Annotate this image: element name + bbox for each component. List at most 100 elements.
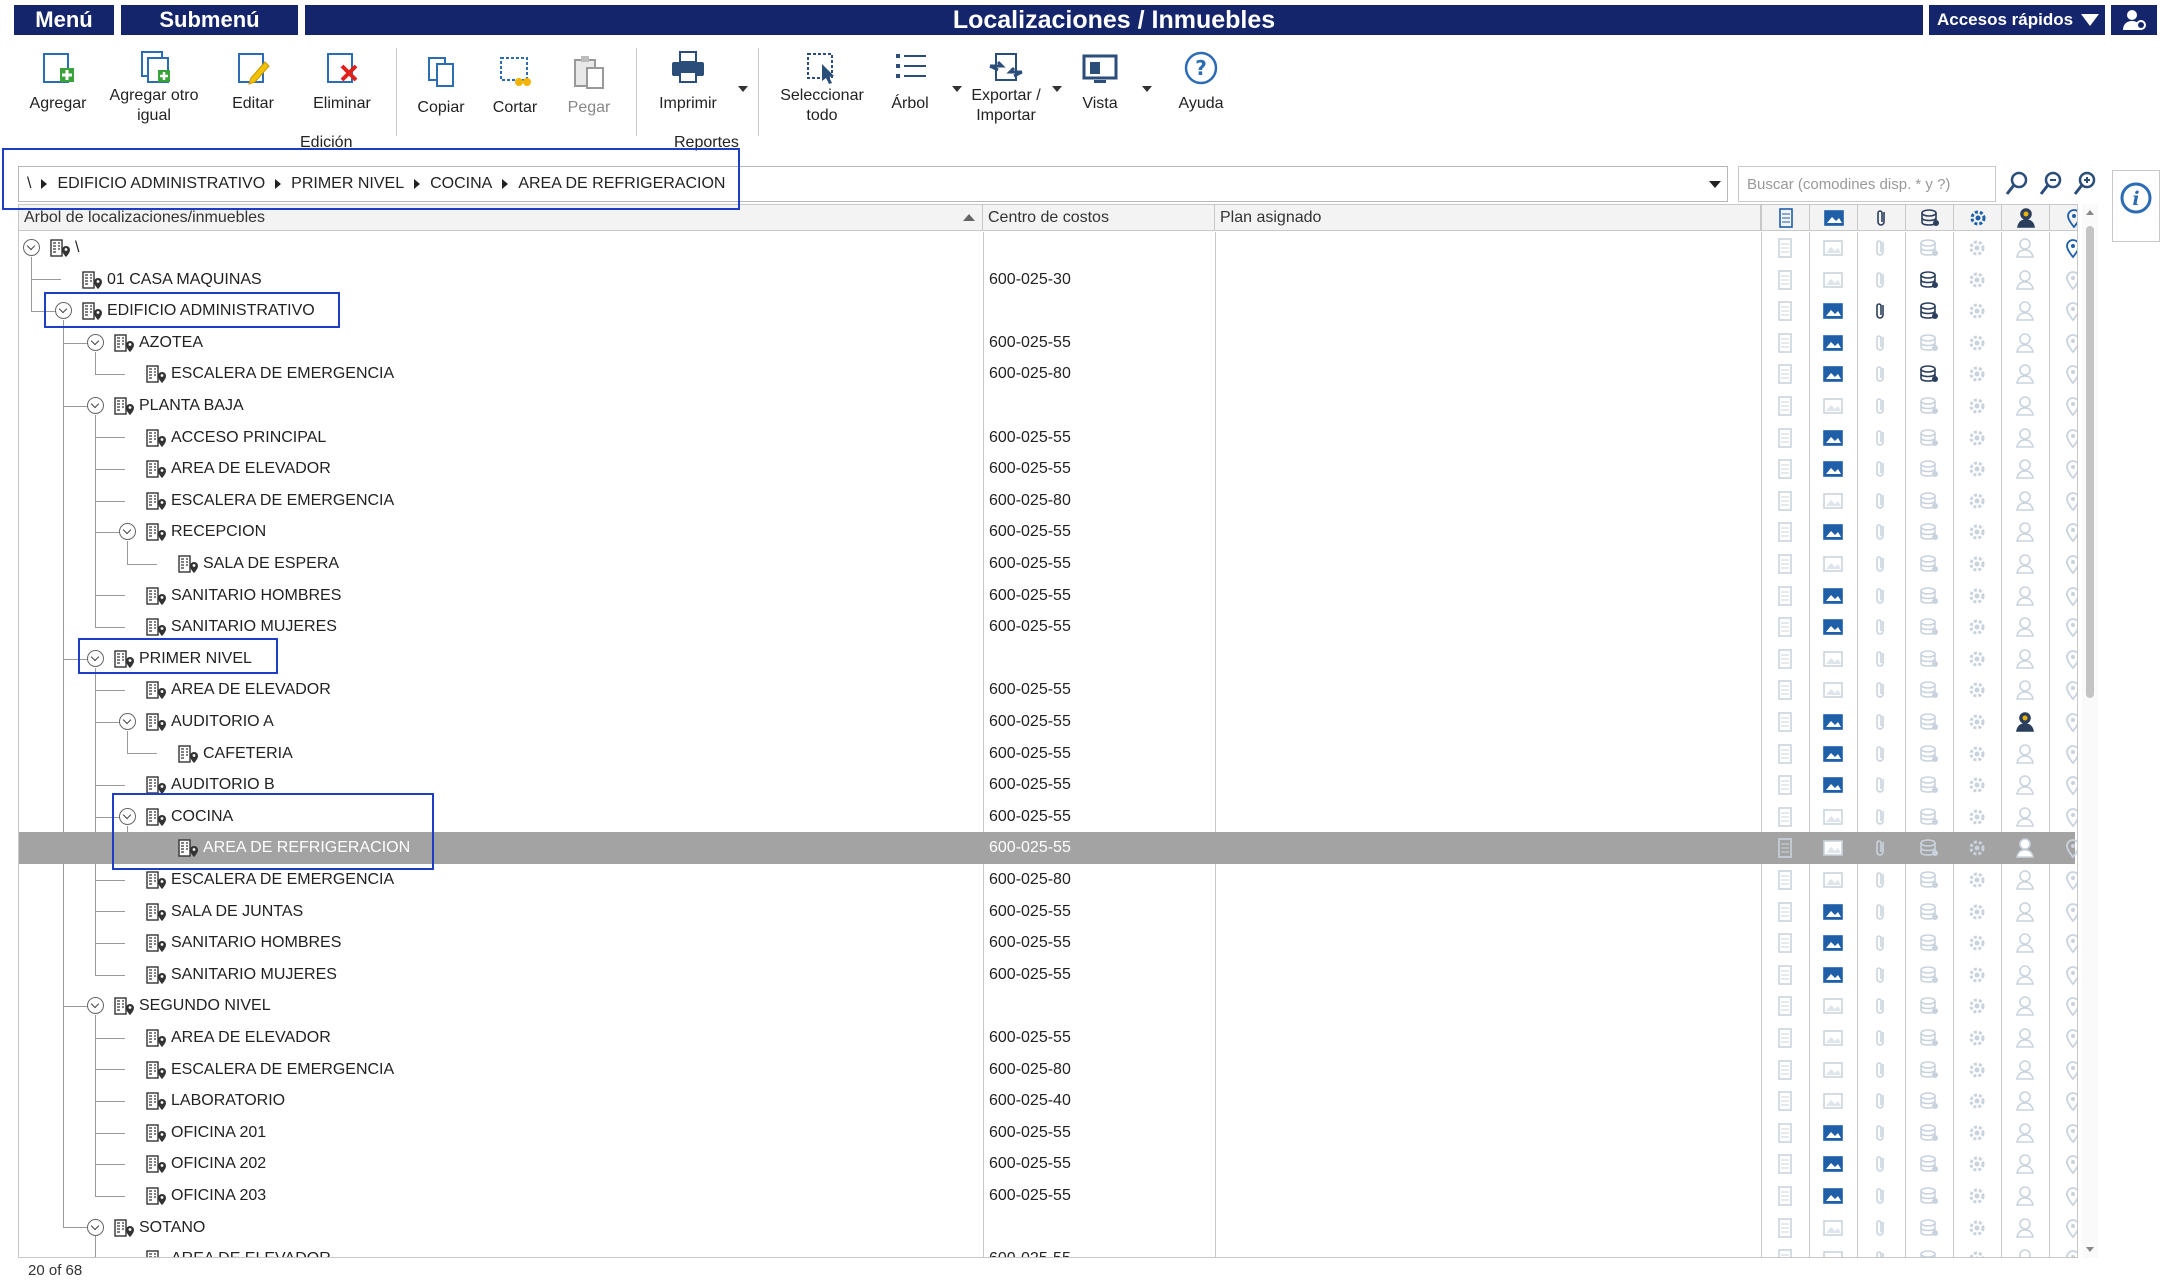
- search-person-icon[interactable]: [2004, 170, 2032, 198]
- attachment-icon[interactable]: [1870, 427, 1892, 449]
- location-pin-icon[interactable]: [2062, 869, 2077, 891]
- add-button[interactable]: Agregar: [20, 48, 96, 114]
- image-icon[interactable]: [1822, 1027, 1844, 1049]
- settings-icon[interactable]: [1966, 553, 1988, 575]
- column-header-database-icon[interactable]: [1905, 205, 1953, 231]
- document-icon[interactable]: [1774, 1153, 1796, 1175]
- document-icon[interactable]: [1774, 837, 1796, 859]
- settings-icon[interactable]: [1966, 1217, 1988, 1239]
- settings-icon[interactable]: [1966, 869, 1988, 891]
- location-pin-icon[interactable]: [2062, 521, 2077, 543]
- image-icon[interactable]: [1822, 648, 1844, 670]
- person-icon[interactable]: [2014, 427, 2036, 449]
- person-icon[interactable]: [2014, 743, 2036, 765]
- image-icon[interactable]: [1822, 490, 1844, 512]
- person-icon[interactable]: [2014, 1027, 2036, 1049]
- location-pin-icon[interactable]: [2062, 363, 2077, 385]
- image-icon[interactable]: [1822, 1185, 1844, 1207]
- person-icon[interactable]: [2014, 711, 2036, 733]
- table-row[interactable]: OFICINA 202 600-025-55: [19, 1148, 2077, 1180]
- settings-icon[interactable]: [1966, 458, 1988, 480]
- table-row[interactable]: OFICINA 201 600-025-55: [19, 1117, 2077, 1149]
- document-icon[interactable]: [1774, 237, 1796, 259]
- location-pin-icon[interactable]: [2062, 1059, 2077, 1081]
- document-icon[interactable]: [1774, 774, 1796, 796]
- location-pin-icon[interactable]: [2062, 774, 2077, 796]
- table-row[interactable]: SANITARIO HOMBRES 600-025-55: [19, 927, 2077, 959]
- breadcrumb-item[interactable]: AREA DE REFRIGERACION: [518, 175, 725, 193]
- settings-icon[interactable]: [1966, 1248, 1988, 1257]
- location-pin-icon[interactable]: [2062, 743, 2077, 765]
- select-all-button[interactable]: Seleccionar todo: [772, 48, 872, 126]
- document-icon[interactable]: [1774, 1185, 1796, 1207]
- search-previous-icon[interactable]: [2038, 170, 2066, 198]
- edit-button[interactable]: Editar: [220, 48, 286, 114]
- breadcrumb-item[interactable]: COCINA: [430, 175, 492, 193]
- person-icon[interactable]: [2014, 458, 2036, 480]
- person-icon[interactable]: [2014, 237, 2036, 259]
- person-icon[interactable]: [2014, 300, 2036, 322]
- settings-icon[interactable]: [1966, 1153, 1988, 1175]
- scroll-down-icon[interactable]: [2086, 1247, 2094, 1252]
- column-header-location-pin-icon[interactable]: [2049, 205, 2077, 231]
- table-row[interactable]: EDIFICIO ADMINISTRATIVO: [19, 295, 2077, 327]
- quick-access-dropdown[interactable]: Accesos rápidos: [1929, 5, 2105, 35]
- expand-collapse-toggle[interactable]: [55, 302, 72, 320]
- export-import-button[interactable]: Exportar / Importar: [960, 48, 1052, 126]
- settings-icon[interactable]: [1966, 427, 1988, 449]
- column-header-tree[interactable]: Árbol de localizaciones/inmuebles: [19, 205, 983, 231]
- table-row[interactable]: CAFETERIA 600-025-55: [19, 738, 2077, 770]
- location-pin-icon[interactable]: [2062, 1090, 2077, 1112]
- location-pin-icon[interactable]: [2062, 711, 2077, 733]
- document-icon[interactable]: [1774, 869, 1796, 891]
- settings-icon[interactable]: [1966, 269, 1988, 291]
- settings-icon[interactable]: [1966, 806, 1988, 828]
- location-pin-icon[interactable]: [2062, 1185, 2077, 1207]
- settings-icon[interactable]: [1966, 395, 1988, 417]
- location-pin-icon[interactable]: [2062, 553, 2077, 575]
- vertical-scrollbar[interactable]: [2082, 204, 2098, 1258]
- info-button[interactable]: i: [2112, 170, 2160, 242]
- attachment-icon[interactable]: [1870, 585, 1892, 607]
- table-row[interactable]: ESCALERA DE EMERGENCIA 600-025-80: [19, 485, 2077, 517]
- print-button[interactable]: Imprimir: [648, 48, 728, 114]
- document-icon[interactable]: [1774, 711, 1796, 733]
- database-icon[interactable]: [1918, 932, 1940, 954]
- image-icon[interactable]: [1822, 269, 1844, 291]
- search-input[interactable]: Buscar (comodines disp. * y ?): [1738, 166, 1996, 202]
- settings-icon[interactable]: [1966, 1027, 1988, 1049]
- location-pin-icon[interactable]: [2062, 616, 2077, 638]
- person-icon[interactable]: [2014, 679, 2036, 701]
- print-dropdown-icon[interactable]: [738, 86, 748, 92]
- attachment-icon[interactable]: [1870, 237, 1892, 259]
- attachment-icon[interactable]: [1870, 490, 1892, 512]
- image-icon[interactable]: [1822, 363, 1844, 385]
- person-icon[interactable]: [2014, 1122, 2036, 1144]
- submenu-button[interactable]: Submenú: [121, 5, 298, 35]
- expand-collapse-toggle[interactable]: [87, 997, 104, 1015]
- table-row[interactable]: ACCESO PRINCIPAL 600-025-55: [19, 422, 2077, 454]
- document-icon[interactable]: [1774, 585, 1796, 607]
- image-icon[interactable]: [1822, 553, 1844, 575]
- location-pin-icon[interactable]: [2062, 1248, 2077, 1257]
- image-icon[interactable]: [1822, 901, 1844, 923]
- location-pin-icon[interactable]: [2062, 679, 2077, 701]
- person-icon[interactable]: [2014, 1185, 2036, 1207]
- attachment-icon[interactable]: [1870, 995, 1892, 1017]
- table-row[interactable]: SANITARIO HOMBRES 600-025-55: [19, 580, 2077, 612]
- location-pin-icon[interactable]: [2062, 427, 2077, 449]
- breadcrumb-item[interactable]: EDIFICIO ADMINISTRATIVO: [57, 175, 265, 193]
- expand-collapse-toggle[interactable]: [23, 239, 40, 256]
- database-icon[interactable]: [1918, 1090, 1940, 1112]
- settings-icon[interactable]: [1966, 995, 1988, 1017]
- document-icon[interactable]: [1774, 395, 1796, 417]
- document-icon[interactable]: [1774, 553, 1796, 575]
- location-pin-icon[interactable]: [2062, 237, 2077, 259]
- image-icon[interactable]: [1822, 995, 1844, 1017]
- person-icon[interactable]: [2014, 521, 2036, 543]
- settings-icon[interactable]: [1966, 837, 1988, 859]
- image-icon[interactable]: [1822, 332, 1844, 354]
- column-header-cost-center[interactable]: Centro de costos: [983, 205, 1215, 231]
- document-icon[interactable]: [1774, 1217, 1796, 1239]
- location-pin-icon[interactable]: [2062, 585, 2077, 607]
